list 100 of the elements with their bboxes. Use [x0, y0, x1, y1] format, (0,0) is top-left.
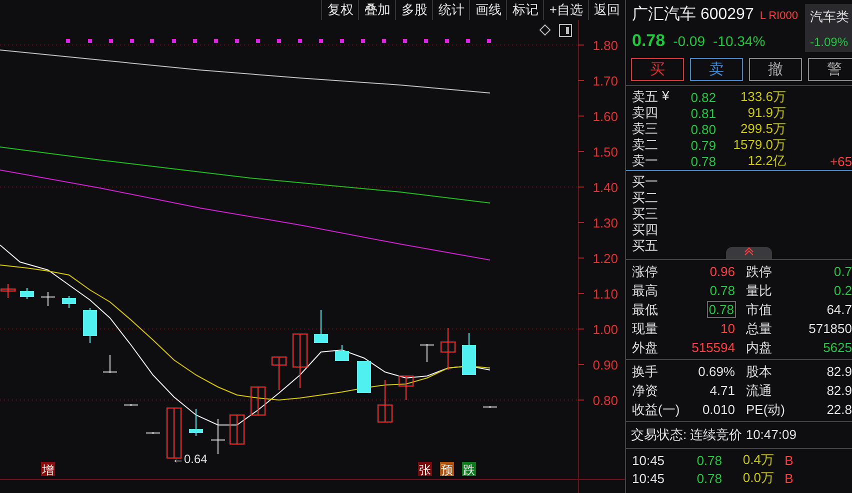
candlestick	[398, 376, 414, 400]
stock-flags: L RI000	[760, 10, 798, 22]
candlestick	[378, 380, 392, 422]
stat-value: 571850	[808, 321, 852, 336]
bid-level-label: 买一	[632, 174, 658, 189]
stat-value: 10	[720, 321, 736, 336]
trade-status: 交易状态: 连续竞价 10:47:09	[626, 421, 852, 448]
ask-volume: 91.9万	[746, 104, 786, 122]
ask-volume: 1579.0万	[732, 136, 786, 154]
ask-price: 0.79	[690, 138, 716, 152]
price-axis-label: 0.90	[592, 358, 618, 372]
stat-value: 4.71	[708, 383, 736, 398]
candlestick	[335, 344, 349, 362]
stat-label: 内盘	[746, 338, 773, 356]
candlestick	[40, 292, 56, 306]
candlestick	[482, 406, 498, 408]
price-axis-label: 1.20	[592, 251, 618, 266]
stat-label: 现量	[632, 320, 659, 338]
stat-label: 股本	[746, 362, 773, 380]
tick-price: 0.78	[696, 470, 722, 486]
candlestick	[146, 432, 160, 434]
candlestick	[20, 288, 34, 300]
ask-price: 0.80	[690, 122, 716, 136]
ask-level-label: 卖二	[632, 136, 658, 154]
signal-tag: 增	[41, 462, 55, 477]
stat-label: 流通	[746, 382, 773, 400]
collapse-button[interactable]	[726, 247, 772, 259]
tick-volume: 0.0万	[742, 469, 774, 487]
price-axis-label: 1.80	[592, 38, 618, 53]
candlestick	[62, 296, 76, 308]
ask-volume: 299.5万	[739, 120, 786, 138]
stat-value: 5625	[822, 340, 852, 355]
tick-time: 10:45	[632, 452, 666, 468]
double-caret-icon	[744, 247, 754, 256]
candlestick	[83, 308, 97, 344]
candlestick	[462, 332, 476, 376]
price-axis-label: 1.60	[592, 109, 618, 124]
sector-panel[interactable]: 汽车类 -1.09%	[805, 4, 852, 52]
stat-label: 最高	[632, 282, 659, 300]
stat-value: 515594	[690, 340, 736, 355]
stat-label: 净资	[632, 382, 659, 400]
stat-value: 0.2	[832, 283, 852, 298]
ask-level-label: 卖五	[632, 88, 658, 106]
tick-time: 10:45	[632, 470, 666, 486]
price-axis-label: 1.50	[592, 144, 618, 160]
candlestick	[292, 334, 308, 388]
candlestick	[102, 354, 118, 374]
stock-name: 广汇汽车 600297	[632, 4, 754, 25]
stat-value: 82.9	[826, 383, 852, 398]
sector-change: -1.09%	[810, 35, 850, 49]
stat-value: 22.8	[826, 402, 852, 417]
price-axis-label: 1.00	[592, 322, 618, 337]
candlestick	[420, 344, 434, 362]
trade-button[interactable]: 买	[631, 58, 684, 81]
bid-level-label: 买五	[632, 238, 658, 253]
candlestick	[230, 414, 244, 444]
stat-label: PE(动)	[746, 400, 786, 418]
tick-price: 0.78	[696, 452, 722, 468]
stat-label: 换手	[632, 362, 659, 380]
price-axis-label: 1.10	[592, 286, 618, 302]
ask-level-label: 卖三	[632, 120, 658, 138]
stat-label: 跌停	[746, 262, 773, 280]
ask-price: 0.81	[690, 106, 716, 120]
percent-change: -10.34%	[713, 33, 766, 49]
candlestick	[357, 360, 371, 394]
stat-value: 0.69%	[697, 364, 736, 379]
price-axis-label: 1.40	[592, 180, 618, 195]
tick-side: B	[784, 452, 794, 468]
candlestick	[124, 404, 138, 406]
candlestick	[250, 386, 266, 416]
stat-value: 82.9	[826, 364, 852, 379]
trade-button[interactable]: 撤	[749, 58, 802, 81]
ask-volume: 12.2亿	[746, 152, 786, 170]
stat-label: 最低	[632, 300, 659, 318]
signal-tag: 跌	[462, 462, 476, 477]
ask-level-label: 卖一	[632, 152, 658, 170]
stat-label: 总量	[746, 320, 773, 338]
sector-name: 汽车类	[810, 8, 850, 26]
trade-button[interactable]: 卖	[690, 58, 743, 81]
signal-tag: 张	[418, 462, 432, 477]
candlestick	[314, 310, 328, 344]
signal-tag: 预	[440, 462, 454, 477]
candlestick	[189, 408, 203, 436]
stat-label: 涨停	[632, 262, 659, 280]
currency-mark: ¥	[662, 88, 670, 105]
panel-toggle-icon[interactable]	[559, 24, 572, 37]
last-price: 0.78	[632, 31, 666, 51]
bid-level-label: 买四	[632, 222, 658, 237]
diamond-icon[interactable]	[539, 24, 551, 36]
stat-label: 市值	[746, 300, 773, 318]
candlestick	[0, 284, 16, 298]
trade-button[interactable]: 警	[808, 58, 852, 81]
price-axis-label: 1.30	[592, 216, 618, 230]
price-change: -0.09	[673, 33, 706, 49]
stat-value: 0.78	[706, 301, 736, 318]
candlestick	[210, 418, 226, 454]
tick-volume: 0.4万	[742, 451, 774, 469]
bid-level-label: 买三	[632, 206, 658, 221]
ask-price: 0.78	[690, 154, 716, 168]
price-axis-label: 1.70	[592, 74, 618, 88]
